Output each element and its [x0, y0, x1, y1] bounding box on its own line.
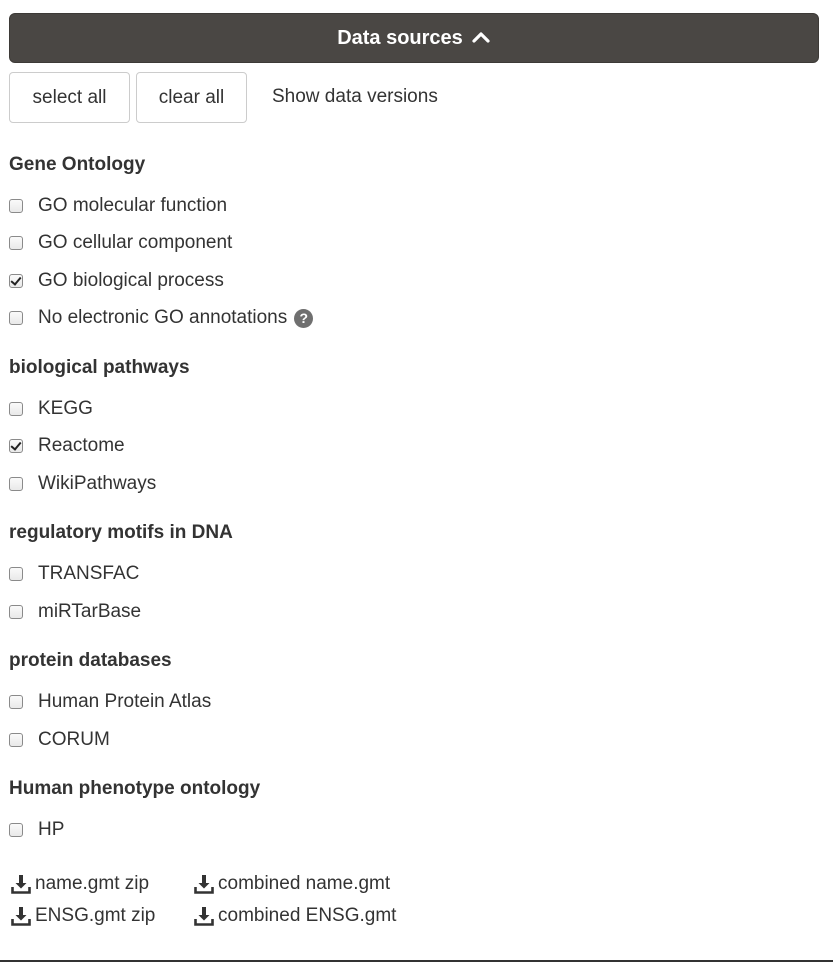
checkbox[interactable] — [9, 199, 23, 213]
download-name-gmt-zip-link[interactable]: name.gmt zip — [11, 871, 149, 897]
checkbox[interactable] — [9, 567, 23, 581]
group-title-regulatory-motifs: regulatory motifs in DNA — [9, 522, 233, 543]
option-label: HP — [38, 819, 65, 840]
download-icon — [11, 907, 31, 926]
group-title-human-phenotype-ontology: Human phenotype ontology — [9, 778, 261, 799]
option-label: GO cellular component — [38, 232, 233, 253]
header-title: Data sources — [337, 26, 463, 49]
option-kegg[interactable]: KEGG — [9, 396, 93, 422]
option-hp[interactable]: HP — [9, 817, 64, 843]
checkbox[interactable] — [9, 605, 23, 619]
chevron-up-icon — [471, 28, 491, 48]
download-label: name.gmt zip — [35, 873, 150, 894]
download-icon — [194, 875, 214, 894]
option-no-electronic-go[interactable]: No electronic GO annotations ? — [9, 305, 314, 331]
download-ensg-gmt-zip-link[interactable]: ENSG.gmt zip — [11, 903, 155, 929]
option-label: CORUM — [38, 729, 110, 750]
option-label: GO molecular function — [38, 195, 228, 216]
download-label: combined ENSG.gmt — [218, 905, 397, 926]
option-mirtarbase[interactable]: miRTarBase — [9, 599, 141, 625]
option-go-cellular-component[interactable]: GO cellular component — [9, 230, 232, 256]
option-go-biological-process[interactable]: GO biological process — [9, 268, 224, 294]
checkbox[interactable] — [9, 477, 23, 491]
checkbox[interactable] — [9, 311, 23, 325]
option-label: Reactome — [38, 435, 125, 456]
download-combined-name-gmt-link[interactable]: combined name.gmt — [194, 871, 390, 897]
checkbox-checked[interactable] — [9, 274, 23, 288]
group-title-biological-pathways: biological pathways — [9, 357, 190, 378]
option-reactome[interactable]: Reactome — [9, 433, 125, 459]
group-title-gene-ontology: Gene Ontology — [9, 154, 146, 175]
question-circle-icon[interactable]: ? — [294, 308, 314, 328]
option-label: No electronic GO annotations — [38, 307, 288, 328]
download-combined-ensg-gmt-link[interactable]: combined ENSG.gmt — [194, 903, 396, 929]
option-wikipathways[interactable]: WikiPathways — [9, 471, 156, 497]
checkbox[interactable] — [9, 733, 23, 747]
download-icon — [11, 875, 31, 894]
option-corum[interactable]: CORUM — [9, 727, 110, 753]
option-human-protein-atlas[interactable]: Human Protein Atlas — [9, 689, 211, 715]
option-label: KEGG — [38, 398, 93, 419]
data-sources-toggle[interactable]: Data sources — [9, 13, 819, 63]
checkbox[interactable] — [9, 823, 23, 837]
download-label: combined name.gmt — [218, 873, 391, 894]
download-icon — [194, 907, 214, 926]
option-transfac[interactable]: TRANSFAC — [9, 561, 139, 587]
option-label: WikiPathways — [38, 473, 157, 494]
select-all-button[interactable]: select all — [9, 72, 130, 123]
option-go-molecular-function[interactable]: GO molecular function — [9, 193, 227, 219]
checkbox[interactable] — [9, 695, 23, 709]
show-data-versions-link[interactable]: Show data versions — [272, 84, 438, 110]
group-title-protein-databases: protein databases — [9, 650, 172, 671]
option-label: TRANSFAC — [38, 563, 140, 584]
clear-all-button[interactable]: clear all — [136, 72, 247, 123]
download-label: ENSG.gmt zip — [35, 905, 156, 926]
option-label: miRTarBase — [38, 601, 142, 622]
checkbox[interactable] — [9, 236, 23, 250]
option-label: Human Protein Atlas — [38, 691, 212, 712]
checkbox-checked[interactable] — [9, 439, 23, 453]
checkbox[interactable] — [9, 402, 23, 416]
divider — [0, 960, 833, 962]
option-label: GO biological process — [38, 270, 224, 291]
